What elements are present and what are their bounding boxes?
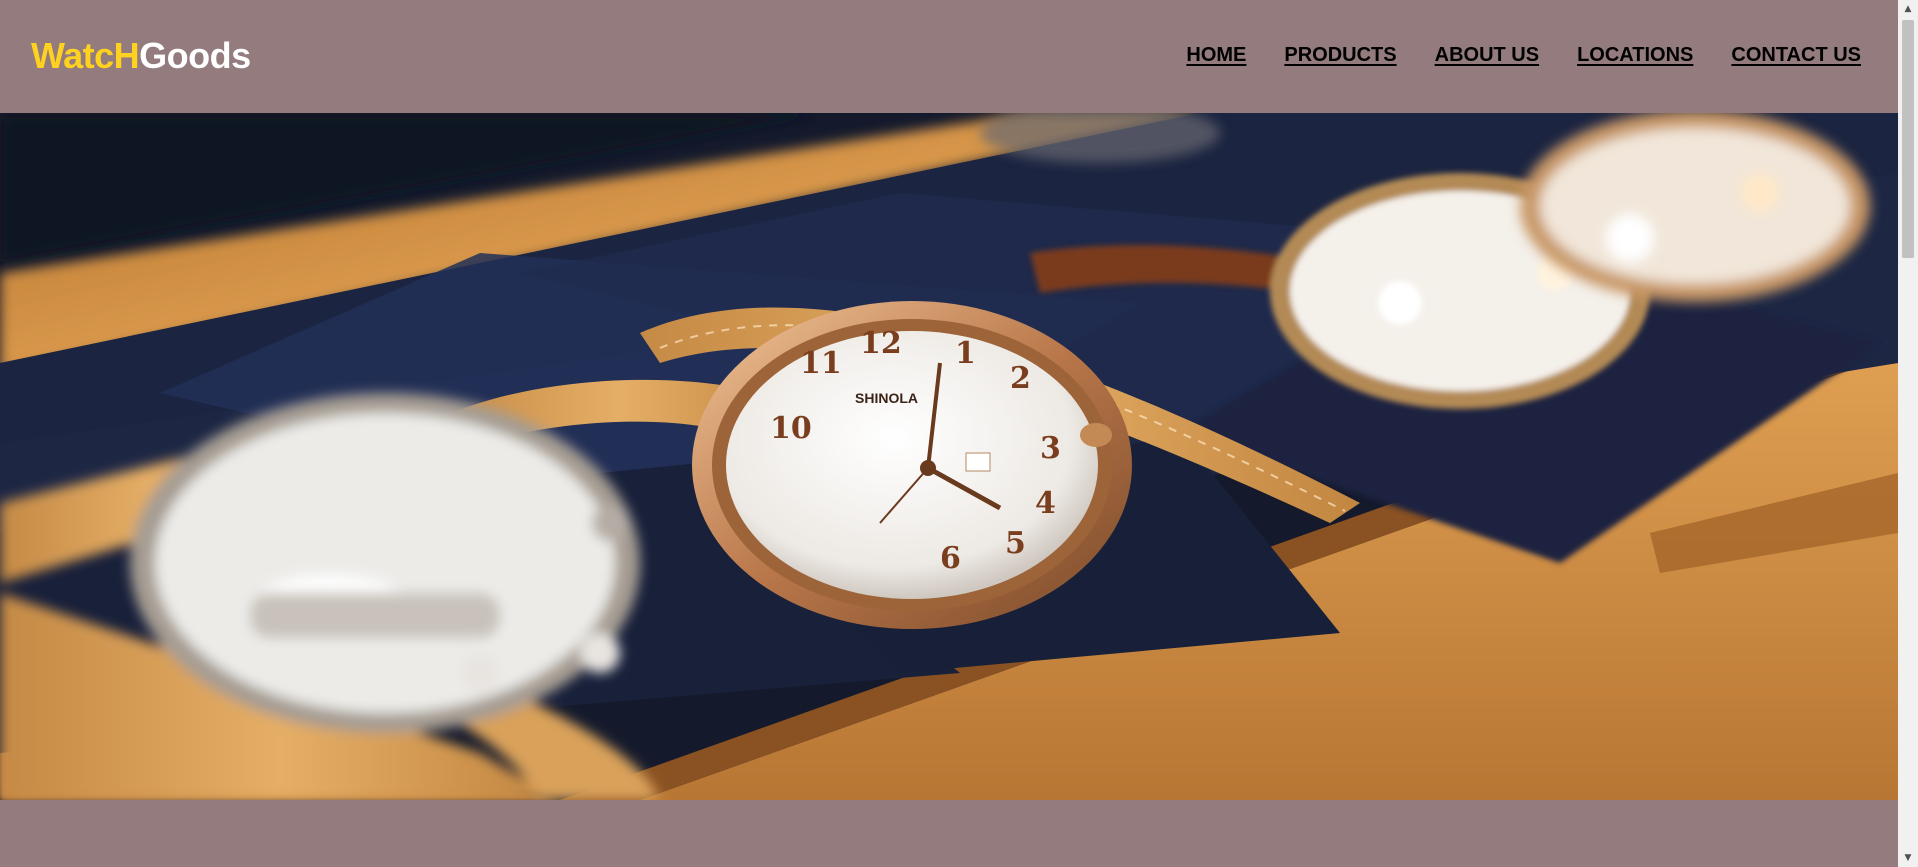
scrollbar-thumb[interactable] xyxy=(1902,20,1914,258)
logo-part-goods: Goods xyxy=(139,35,251,76)
scroll-up-icon[interactable]: ▲ xyxy=(1898,0,1918,18)
site-header: WatcHGoods HOME PRODUCTS ABOUT US LOCATI… xyxy=(0,0,1898,113)
svg-text:5: 5 xyxy=(1005,526,1026,561)
scroll-down-icon[interactable]: ▼ xyxy=(1898,849,1918,867)
svg-text:3: 3 xyxy=(1040,431,1061,466)
nav-about-us[interactable]: ABOUT US xyxy=(1435,44,1539,67)
logo-part-watch: WatcH xyxy=(31,35,140,76)
watch-box-illustration: 12 1 11 2 10 3 4 5 6 SHINOLA xyxy=(0,113,1898,800)
nav-locations[interactable]: LOCATIONS xyxy=(1577,44,1693,67)
svg-text:11: 11 xyxy=(800,346,842,381)
nav-products[interactable]: PRODUCTS xyxy=(1284,44,1396,67)
watch-brand-text: SHINOLA xyxy=(855,390,918,406)
site-logo[interactable]: WatcHGoods xyxy=(31,34,251,78)
hero-image: 12 1 11 2 10 3 4 5 6 SHINOLA xyxy=(0,113,1898,800)
svg-text:10: 10 xyxy=(770,411,812,446)
main-nav: HOME PRODUCTS ABOUT US LOCATIONS CONTACT… xyxy=(1186,44,1861,67)
nav-home[interactable]: HOME xyxy=(1186,44,1246,67)
nav-contact-us[interactable]: CONTACT US xyxy=(1731,44,1861,67)
svg-text:2: 2 xyxy=(1010,361,1031,396)
svg-text:1: 1 xyxy=(955,336,976,371)
svg-text:4: 4 xyxy=(1035,486,1056,521)
page-scrollbar[interactable]: ▲ ▼ xyxy=(1898,0,1918,867)
svg-text:12: 12 xyxy=(860,326,902,361)
svg-text:6: 6 xyxy=(940,541,961,576)
